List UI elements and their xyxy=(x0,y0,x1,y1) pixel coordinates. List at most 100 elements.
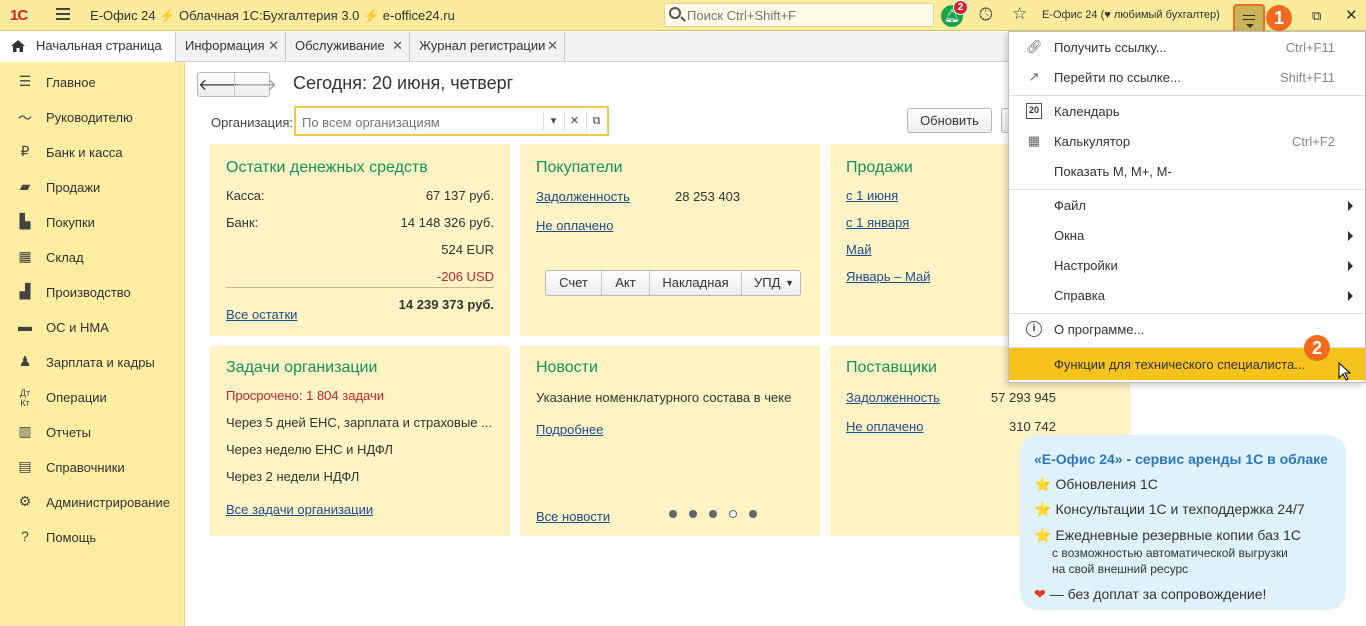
history-icon[interactable]: 🕓︎ xyxy=(979,5,992,25)
buyers-panel: Покупатели Задолженность 28 253 403 Не о… xyxy=(520,144,820,336)
buyers-unpaid-link[interactable]: Не оплачено xyxy=(536,218,613,233)
divider xyxy=(226,287,494,288)
tab-maintenance[interactable]: Обслуживание ✕ xyxy=(286,32,410,62)
total-value: 14 239 373 руб. xyxy=(398,297,494,312)
tab-event-log[interactable]: Журнал регистрации ✕ xyxy=(410,32,565,62)
sidebar-item-admin[interactable]: ⚙ Администрирование xyxy=(0,484,185,519)
sidebar-item-bank[interactable]: ₽ Банк и касса xyxy=(0,134,185,169)
page-title: Сегодня: 20 июня, четверг xyxy=(293,73,514,93)
dropdown-arrow-icon[interactable]: ▾ xyxy=(543,112,563,130)
bank-label: Банк: xyxy=(226,215,259,230)
app-logo: 1С xyxy=(10,7,28,24)
sales-january-link[interactable]: с 1 января xyxy=(846,215,909,230)
suppliers-debt-link[interactable]: Задолженность xyxy=(846,390,940,405)
chevron-right-icon xyxy=(1348,201,1353,211)
create-document-buttons: Счет Акт Накладная УПД ▼ xyxy=(545,270,801,296)
open-tabs-bar: Начальная страница Информация ✕ Обслужива… xyxy=(0,32,1010,62)
task-item: Через 5 дней ЕНС, зарплата и страховые .… xyxy=(226,415,492,430)
mouse-cursor-icon xyxy=(1338,362,1352,381)
sidebar-item-assets[interactable]: ▬ ОС и НМА xyxy=(0,309,185,344)
cash-balance-panel: Остатки денежных средств Касса: 67 137 р… xyxy=(210,144,510,336)
menu-item-settings[interactable]: Настройки xyxy=(1009,250,1365,280)
favorites-star-icon[interactable]: ☆ xyxy=(1012,4,1027,24)
search-icon xyxy=(669,7,681,19)
calendar-icon: 20 xyxy=(1026,103,1042,119)
sidebar-item-manager[interactable]: 〜 Руководителю xyxy=(0,99,185,134)
cash-desk-label: Касса: xyxy=(226,188,265,203)
sidebar-item-production[interactable]: ▟ Производство xyxy=(0,274,185,309)
star-icon: ⭐ xyxy=(1034,501,1052,517)
close-tab-icon[interactable]: ✕ xyxy=(547,32,558,60)
menu-item-calendar[interactable]: 20 Календарь xyxy=(1009,96,1365,126)
all-news-link[interactable]: Все новости xyxy=(536,509,610,524)
sales-may-link[interactable]: Май xyxy=(846,242,871,257)
waybill-button[interactable]: Накладная xyxy=(650,271,742,295)
news-panel: Новости Указание номенклатурного состава… xyxy=(520,346,820,536)
buyers-debt-link[interactable]: Задолженность xyxy=(536,189,630,204)
all-balances-link[interactable]: Все остатки xyxy=(226,307,297,322)
sidebar-item-main[interactable]: ☰ Главное xyxy=(0,64,185,99)
suppliers-debt-value: 57 293 945 xyxy=(990,390,1056,405)
upd-button[interactable]: УПД ▼ xyxy=(742,271,800,295)
sidebar-item-sales[interactable]: ▰ Продажи xyxy=(0,169,185,204)
restore-window-icon[interactable]: ⧉ xyxy=(1312,8,1321,24)
sidebar-item-salary[interactable]: ♟ Зарплата и кадры xyxy=(0,344,185,379)
news-page-dot[interactable] xyxy=(709,510,717,518)
menu-item-go-to-link[interactable]: ↗ Перейти по ссылке... Shift+F11 xyxy=(1009,62,1365,92)
organization-input[interactable] xyxy=(302,114,538,130)
news-page-dot[interactable] xyxy=(669,510,677,518)
sales-june-link[interactable]: с 1 июня xyxy=(846,188,898,203)
panel-title: Продажи xyxy=(846,159,913,176)
usd-value: -206 USD xyxy=(436,269,494,284)
dt-kt-icon: Дт Кт xyxy=(19,388,31,408)
chevron-right-icon xyxy=(1348,261,1353,271)
system-dropdown-menu: 🔗︎ Получить ссылку... Ctrl+F11 ↗ Перейти по… xyxy=(1008,31,1366,383)
menu-item-show-m[interactable]: Показать M, M+, M- xyxy=(1009,156,1365,186)
system-menu-button[interactable] xyxy=(1233,4,1265,34)
current-user[interactable]: Е-Офис 24 (♥ любимый бухгалтер) xyxy=(1042,9,1225,21)
news-page-dot[interactable] xyxy=(689,510,697,518)
organization-field[interactable]: ▾ ✕ ⧉ xyxy=(294,106,609,136)
tab-information[interactable]: Информация ✕ xyxy=(176,32,286,62)
news-more-link[interactable]: Подробнее xyxy=(536,422,603,437)
sidebar-item-purchases[interactable]: ▙ Покупки xyxy=(0,204,185,239)
sidebar-item-help[interactable]: ? Помощь xyxy=(0,519,185,554)
news-text: Указание номенклатурного состава в чеке xyxy=(536,390,792,405)
calculator-icon: ▦ xyxy=(1027,133,1041,148)
main-menu-icon[interactable] xyxy=(56,8,70,20)
news-page-dot-active[interactable] xyxy=(729,510,737,518)
tab-label: Начальная страница xyxy=(36,38,162,53)
menu-item-windows[interactable]: Окна xyxy=(1009,220,1365,250)
open-icon[interactable]: ⧉ xyxy=(586,112,606,130)
truck-icon: ▬ xyxy=(18,318,32,334)
back-arrow-icon[interactable]: 🡐 xyxy=(198,74,241,95)
close-tab-icon[interactable]: ✕ xyxy=(392,32,403,60)
act-button[interactable]: Акт xyxy=(602,271,650,295)
search-input[interactable] xyxy=(687,6,927,24)
all-tasks-link[interactable]: Все задачи организации xyxy=(226,502,373,517)
menu-item-help[interactable]: Справка xyxy=(1009,280,1365,310)
suppliers-unpaid-link[interactable]: Не оплачено xyxy=(846,419,923,434)
menu-item-get-link[interactable]: 🔗︎ Получить ссылку... Ctrl+F11 xyxy=(1009,32,1365,62)
clear-icon[interactable]: ✕ xyxy=(564,112,584,130)
close-tab-icon[interactable]: ✕ xyxy=(268,32,279,60)
tab-home[interactable]: Начальная страница xyxy=(0,32,176,62)
refresh-button[interactable]: Обновить xyxy=(907,108,992,133)
list-icon: ☰ xyxy=(18,73,32,89)
sidebar-item-catalogs[interactable]: ▤ Справочники xyxy=(0,449,185,484)
close-window-icon[interactable]: ✕ xyxy=(1345,6,1358,24)
invoice-button[interactable]: Счет xyxy=(546,271,602,295)
sidebar-item-warehouse[interactable]: ▦ Склад xyxy=(0,239,185,274)
promo-item: ⭐ Консультации 1С и техподдержка 24/7 xyxy=(1034,501,1305,517)
sidebar-item-reports[interactable]: ▥ Отчеты xyxy=(0,414,185,449)
promo-item: ❤ — без доплат за сопровождение! xyxy=(1034,586,1267,602)
panel-title: Покупатели xyxy=(536,159,623,176)
sales-jan-may-link[interactable]: Январь – Май xyxy=(846,269,930,284)
menu-item-file[interactable]: Файл xyxy=(1009,190,1365,220)
global-search[interactable] xyxy=(664,3,934,27)
cart-icon: ▙ xyxy=(19,213,31,229)
menu-item-calculator[interactable]: ▦ Калькулятор Ctrl+F2 xyxy=(1009,126,1365,156)
news-page-dot[interactable] xyxy=(749,510,757,518)
sidebar-item-operations[interactable]: Дт Кт Операции xyxy=(0,379,185,414)
forward-arrow-icon[interactable]: 🡒 xyxy=(234,74,277,95)
